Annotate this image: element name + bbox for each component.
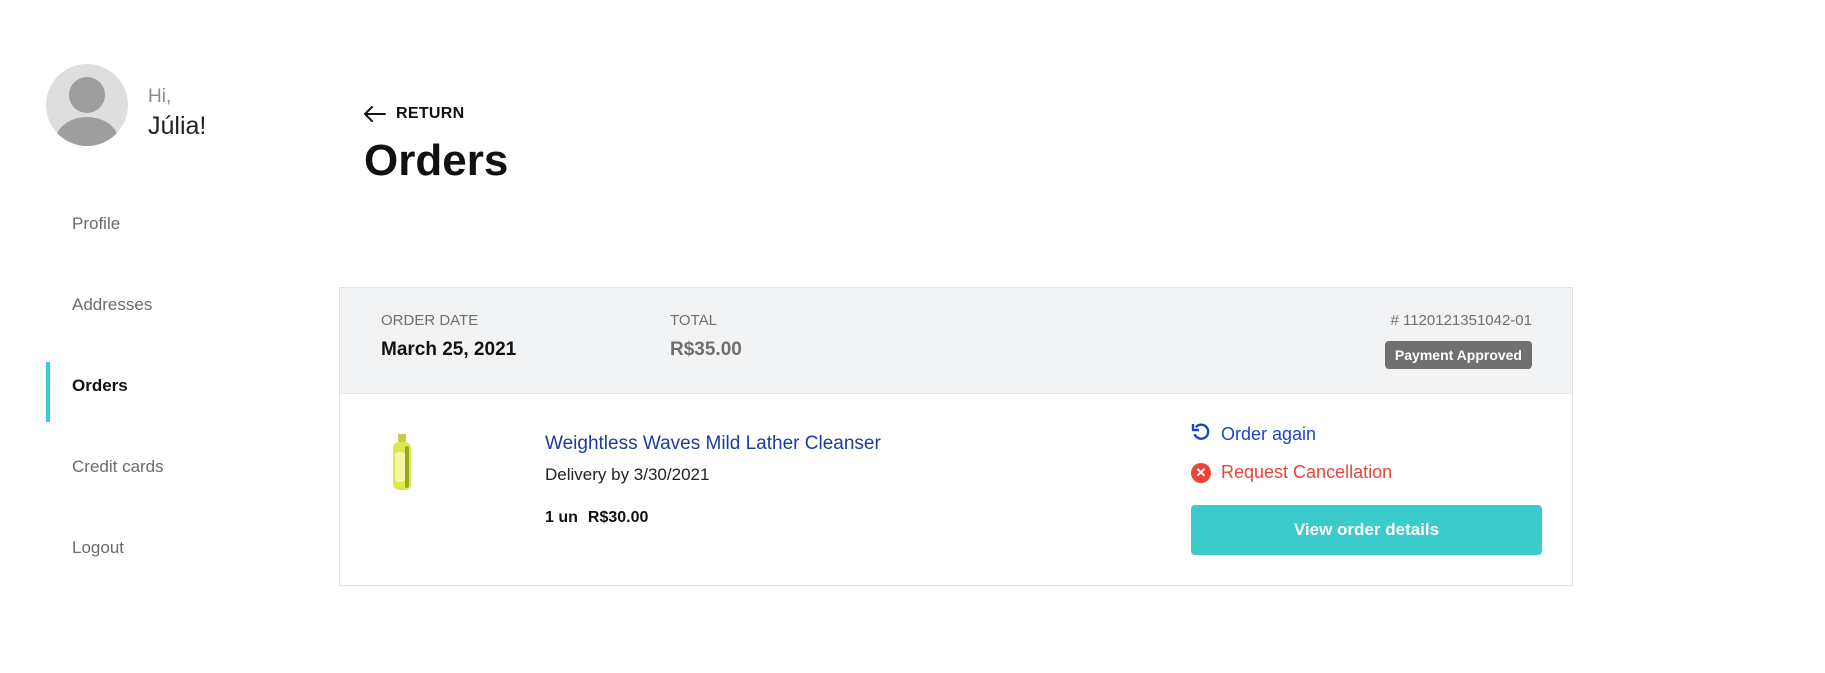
item-quantity: 1 un [545, 509, 578, 526]
order-again-label: Order again [1221, 424, 1317, 444]
sidebar-nav: Profile Addresses Orders Credit cards Lo… [46, 200, 286, 605]
order-total: R$35.00 [670, 339, 742, 360]
sidebar-item-label: Profile [72, 214, 121, 233]
user-name: Júlia! [148, 112, 207, 140]
sidebar-item-label: Orders [72, 376, 128, 395]
avatar [46, 64, 128, 146]
sidebar-item-label: Credit cards [72, 457, 164, 476]
sidebar-item-profile[interactable]: Profile [46, 200, 286, 281]
x-circle-icon: ✕ [1191, 462, 1211, 483]
avatar-head [69, 77, 105, 113]
order-number: # 1120121351042-01 [1390, 312, 1532, 329]
order-card: ORDER DATE March 25, 2021 TOTAL R$35.00 … [339, 287, 1573, 586]
request-cancellation-button[interactable]: ✕ Request Cancellation [1191, 462, 1392, 483]
view-order-details-button[interactable]: View order details [1191, 505, 1542, 555]
request-cancellation-label: Request Cancellation [1221, 462, 1393, 482]
greeting: Hi, [148, 86, 172, 107]
product-name-link[interactable]: Weightless Waves Mild Lather Cleanser [545, 433, 881, 455]
status-badge: Payment Approved [1384, 341, 1532, 369]
sidebar-item-logout[interactable]: Logout [46, 524, 286, 605]
sidebar-item-credit-cards[interactable]: Credit cards [46, 443, 286, 524]
arrow-left-icon [364, 106, 386, 122]
avatar-shoulders [55, 117, 119, 146]
refresh-icon [1191, 422, 1211, 447]
order-again-button[interactable]: Order again [1191, 422, 1316, 447]
sidebar-item-label: Addresses [72, 295, 153, 314]
product-image[interactable] [390, 434, 414, 492]
sidebar-item-label: Logout [72, 538, 124, 557]
order-date: March 25, 2021 [381, 339, 517, 360]
sidebar-item-orders[interactable]: Orders [46, 362, 286, 443]
return-label: RETURN [396, 105, 465, 122]
order-date-label: ORDER DATE [381, 312, 479, 329]
quantity-price: 1 un R$30.00 [545, 509, 648, 527]
return-link[interactable]: RETURN [364, 105, 464, 123]
sidebar-item-addresses[interactable]: Addresses [46, 281, 286, 362]
delivery-estimate: Delivery by 3/30/2021 [545, 465, 710, 484]
total-label: TOTAL [670, 312, 717, 329]
item-price: R$30.00 [587, 509, 649, 526]
page-title: Orders [364, 136, 509, 185]
order-header: ORDER DATE March 25, 2021 TOTAL R$35.00 … [340, 288, 1572, 394]
